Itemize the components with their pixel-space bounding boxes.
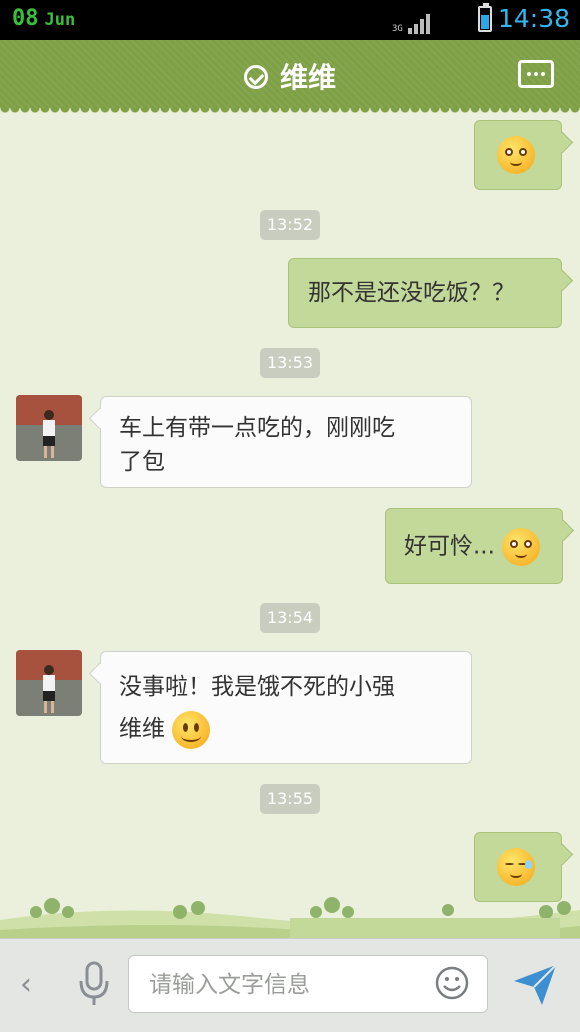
scenery-decoration [0, 897, 580, 938]
avatar[interactable] [16, 395, 82, 461]
message-bubble-outgoing[interactable] [474, 120, 562, 190]
input-bar: ‹ [0, 938, 580, 1032]
pitiful-emoji-icon [497, 136, 535, 174]
message-list[interactable]: 13:52 那不是还没吃饭？？ 13:53 车上有带一点吃的，刚刚吃 了包 好可… [0, 108, 580, 938]
smile-emoji-icon [172, 710, 211, 749]
message-bubble-incoming[interactable]: 没事啦！我是饿不死的小强 维维 [100, 651, 472, 764]
pitiful-emoji-icon [502, 528, 541, 566]
signal-icon: 3G [392, 6, 430, 34]
chevron-left-icon[interactable]: ‹ [20, 967, 32, 1002]
status-time: 14:38 [497, 4, 570, 33]
message-bubble-outgoing[interactable]: 那不是还没吃饭？？ [288, 258, 562, 328]
status-date: 08 Jun [12, 6, 76, 31]
battery-icon [478, 3, 492, 32]
microphone-icon[interactable] [78, 961, 110, 1007]
timestamp: 13:52 [260, 210, 320, 240]
timestamp: 13:54 [260, 603, 320, 633]
message-input-field[interactable] [128, 955, 488, 1013]
more-icon[interactable] [518, 60, 554, 88]
message-input[interactable] [147, 966, 411, 1004]
message-bubble-outgoing[interactable]: 好可怜... [385, 508, 563, 584]
send-icon[interactable] [510, 959, 560, 1009]
chat-header: 维维 [0, 40, 580, 114]
timestamp: 13:55 [260, 784, 320, 814]
timestamp: 13:53 [260, 348, 320, 378]
avatar[interactable] [16, 650, 82, 716]
status-bar: 08 Jun 3G 14:38 [0, 0, 580, 40]
check-circle-icon [243, 65, 268, 89]
contact-name: 维维 [279, 61, 336, 94]
smiley-icon[interactable] [435, 966, 469, 1000]
message-bubble-incoming[interactable]: 车上有带一点吃的，刚刚吃 了包 [100, 396, 472, 488]
